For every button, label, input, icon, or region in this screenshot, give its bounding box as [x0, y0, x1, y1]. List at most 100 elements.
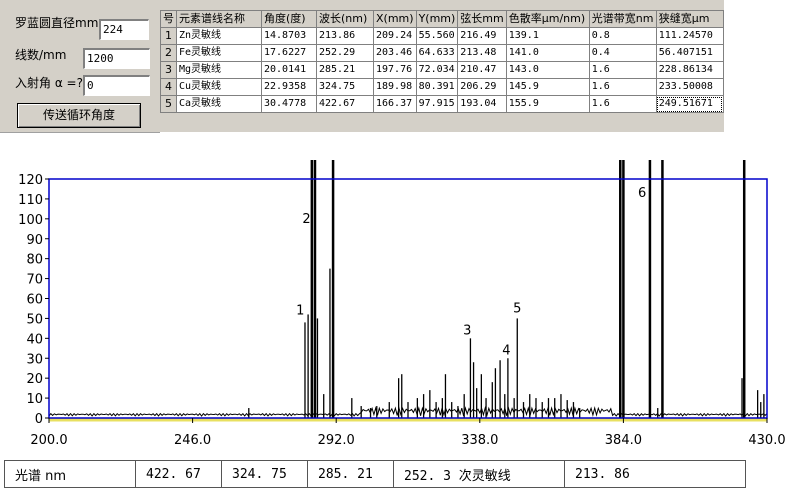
- cell-bandwidth[interactable]: 0.8: [588, 27, 657, 45]
- cell-y[interactable]: 72.034: [415, 61, 459, 79]
- row-index[interactable]: 3: [160, 61, 177, 79]
- y-tick-label: 40: [26, 332, 43, 347]
- cell-name[interactable]: Mg灵敏线: [176, 61, 262, 79]
- y-tick-label: 100: [18, 213, 43, 228]
- cell-x[interactable]: 209.24: [373, 27, 417, 45]
- cell-dispersion[interactable]: 143.0: [505, 61, 590, 79]
- cell-slit[interactable]: 249.51671: [655, 95, 724, 113]
- cell-y[interactable]: 97.915: [415, 95, 459, 113]
- y-tick-label: 120: [18, 173, 43, 188]
- cell-angle[interactable]: 30.4778: [261, 95, 317, 113]
- cell-y[interactable]: 55.560: [415, 27, 459, 45]
- cell-dispersion[interactable]: 145.9: [505, 78, 590, 96]
- cell-chord[interactable]: 206.29: [457, 78, 507, 96]
- cell-name[interactable]: Fe灵敏线: [176, 44, 262, 62]
- cell-angle[interactable]: 20.0141: [261, 61, 317, 79]
- cell-x[interactable]: 203.46: [373, 44, 417, 62]
- spectrum-chart: 0 10 20 30 40 50 60 70 80 90 100 110 120 200.0 246.0 29…: [0, 160, 791, 460]
- y-tick-label: 110: [18, 193, 43, 208]
- cell-wavelength[interactable]: 213.86: [316, 27, 374, 45]
- col-header-slit[interactable]: 狭缝宽μm: [655, 10, 724, 28]
- cell-slit[interactable]: 111.24570: [655, 27, 724, 45]
- cell-angle[interactable]: 17.6227: [261, 44, 317, 62]
- cell-x[interactable]: 197.76: [373, 61, 417, 79]
- lines-label: 线数/mm: [15, 48, 67, 62]
- x-tick-label: 200.0: [30, 433, 67, 448]
- x-tick-label: 292.0: [318, 433, 355, 448]
- row-index[interactable]: 5: [160, 95, 177, 113]
- cell-bandwidth[interactable]: 0.4: [588, 44, 657, 62]
- col-header-no[interactable]: 号: [160, 10, 177, 28]
- cell-chord[interactable]: 193.04: [457, 95, 507, 113]
- cell-chord[interactable]: 210.47: [457, 61, 507, 79]
- x-tick-label: 246.0: [174, 433, 211, 448]
- col-header-wavelength[interactable]: 波长(nm): [316, 10, 374, 28]
- x-tick-label: 384.0: [605, 433, 642, 448]
- strip-cell: 252. 3 次灵敏线: [393, 460, 565, 488]
- col-header-angle[interactable]: 角度(度): [261, 10, 317, 28]
- cell-name[interactable]: Ca灵敏线: [176, 95, 262, 113]
- cell-y[interactable]: 80.391: [415, 78, 459, 96]
- cell-bandwidth[interactable]: 1.6: [588, 61, 657, 79]
- data-grid: 号 元素谱线名称 角度(度) 波长(nm) X(mm) Y(mm) 弦长mm 色…: [160, 10, 724, 113]
- cell-x[interactable]: 166.37: [373, 95, 417, 113]
- y-tick-label: 50: [26, 312, 43, 327]
- x-tick-label: 338.0: [461, 433, 498, 448]
- wavelength-strip: 光谱 nm 422. 67 324. 75 285. 21 252. 3 次灵敏…: [4, 460, 746, 488]
- cell-name[interactable]: Zn灵敏线: [176, 27, 262, 45]
- col-header-name[interactable]: 元素谱线名称: [176, 10, 262, 28]
- col-header-chord[interactable]: 弦长mm: [457, 10, 507, 28]
- row-index[interactable]: 4: [160, 78, 177, 96]
- cell-angle[interactable]: 14.8703: [261, 27, 317, 45]
- cell-chord[interactable]: 213.48: [457, 44, 507, 62]
- col-header-bandwidth[interactable]: 光谱带宽nm: [588, 10, 657, 28]
- cell-name[interactable]: Cu灵敏线: [176, 78, 262, 96]
- peak-label: 2: [302, 212, 310, 227]
- y-tick-label: 10: [26, 392, 43, 407]
- table-row[interactable]: 2 Fe灵敏线 17.6227 252.29 203.46 64.633 213…: [160, 44, 724, 62]
- table-row[interactable]: 3 Mg灵敏线 20.0141 285.21 197.76 72.034 210…: [160, 61, 724, 79]
- col-header-x[interactable]: X(mm): [373, 10, 417, 28]
- x-tick-label: 430.0: [748, 433, 785, 448]
- peak-label: 6: [638, 186, 646, 201]
- cell-slit[interactable]: 233.50008: [655, 78, 724, 96]
- cell-dispersion[interactable]: 139.1: [505, 27, 590, 45]
- y-tick-label: 0: [35, 412, 43, 427]
- cell-dispersion[interactable]: 141.0: [505, 44, 590, 62]
- table-row[interactable]: 1 Zn灵敏线 14.8703 213.86 209.24 55.560 216…: [160, 27, 724, 45]
- lines-input[interactable]: 1200: [83, 48, 150, 69]
- cell-chord[interactable]: 216.49: [457, 27, 507, 45]
- spectrum-svg: 0 10 20 30 40 50 60 70 80 90 100 110 120 200.0 246.0 29…: [18, 160, 786, 448]
- cell-bandwidth[interactable]: 1.6: [588, 78, 657, 96]
- cell-wavelength[interactable]: 324.75: [316, 78, 374, 96]
- cell-slit[interactable]: 228.86134: [655, 61, 724, 79]
- cell-wavelength[interactable]: 422.67: [316, 95, 374, 113]
- peak-label: 3: [463, 323, 471, 338]
- angle-input[interactable]: 0: [83, 75, 150, 96]
- plot-frame: [48, 178, 768, 419]
- grid-header-row: 号 元素谱线名称 角度(度) 波长(nm) X(mm) Y(mm) 弦长mm 色…: [160, 10, 724, 28]
- peak-label: 1: [296, 303, 304, 318]
- send-angle-button[interactable]: 传送循环角度: [17, 103, 141, 128]
- y-tick-label: 80: [26, 253, 43, 268]
- cell-x[interactable]: 189.98: [373, 78, 417, 96]
- y-tick-label: 30: [26, 352, 43, 367]
- y-tick-label: 70: [26, 273, 43, 288]
- col-header-dispersion[interactable]: 色散率μm/nm): [505, 10, 590, 28]
- table-row[interactable]: 4 Cu灵敏线 22.9358 324.75 189.98 80.391 206…: [160, 78, 724, 96]
- row-index[interactable]: 1: [160, 27, 177, 45]
- strip-cell: 213. 86: [564, 460, 746, 488]
- col-header-y[interactable]: Y(mm): [415, 10, 459, 28]
- y-tick-label: 60: [26, 293, 43, 308]
- cell-wavelength[interactable]: 252.29: [316, 44, 374, 62]
- table-row[interactable]: 5 Ca灵敏线 30.4778 422.67 166.37 97.915 193…: [160, 95, 724, 113]
- cell-wavelength[interactable]: 285.21: [316, 61, 374, 79]
- cell-angle[interactable]: 22.9358: [261, 78, 317, 96]
- cell-y[interactable]: 64.633: [415, 44, 459, 62]
- diameter-input[interactable]: 224: [99, 19, 149, 40]
- row-index[interactable]: 2: [160, 44, 177, 62]
- strip-cell: 285. 21: [307, 460, 394, 488]
- cell-bandwidth[interactable]: 1.6: [588, 95, 657, 113]
- cell-slit[interactable]: 56.407151: [655, 44, 724, 62]
- cell-dispersion[interactable]: 155.9: [505, 95, 590, 113]
